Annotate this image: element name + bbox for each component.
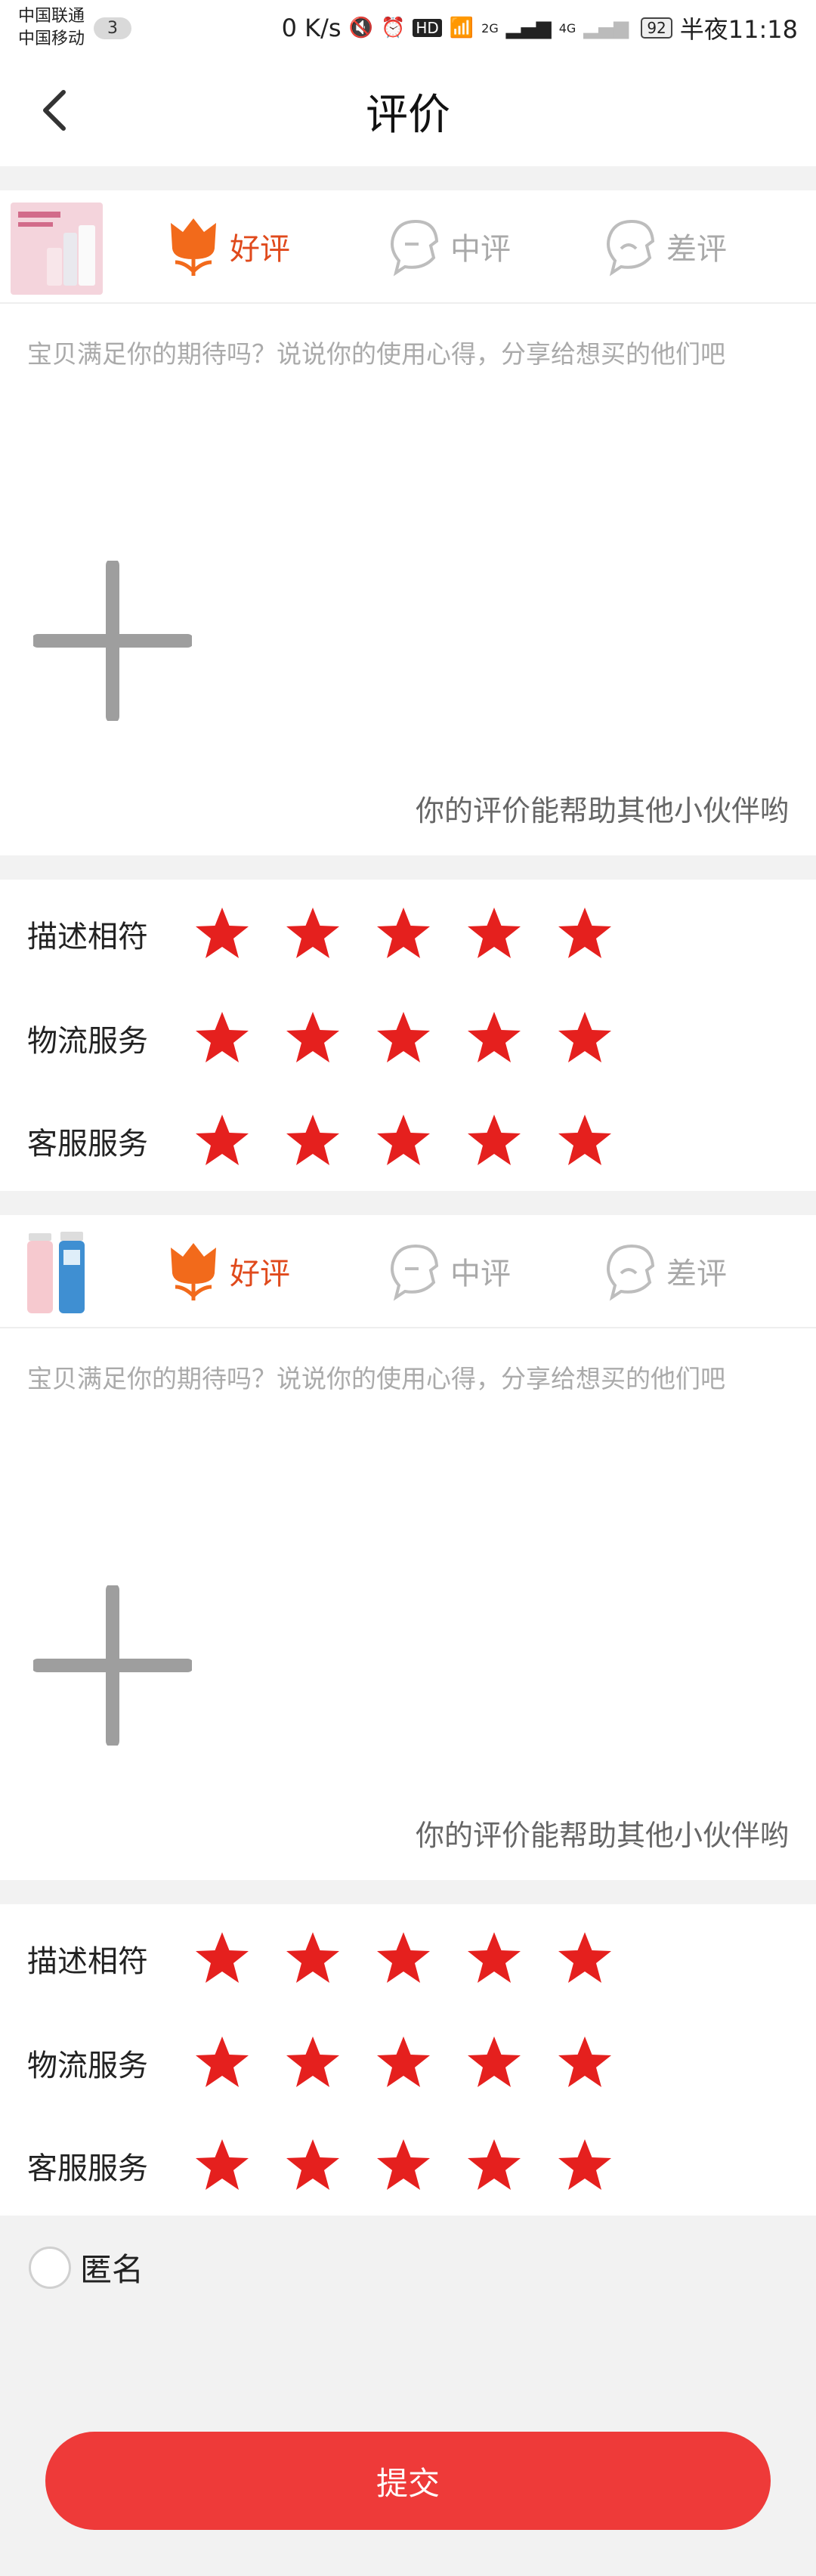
rating-row-description: 描述相符	[0, 1921, 816, 1996]
mute-icon: 🔇	[348, 17, 373, 39]
nav-bar: 评价	[0, 56, 816, 166]
rating-type-row: 好评 中评 差评	[0, 1215, 816, 1328]
flower-good-icon	[171, 218, 216, 276]
help-text: 你的评价能帮助其他小伙伴哟	[415, 794, 789, 827]
mid-review-label: 中评	[450, 232, 511, 267]
star-icon[interactable]	[556, 1112, 614, 1170]
rating-label: 客服服务	[27, 2151, 148, 2186]
battery-icon: 92	[641, 17, 672, 39]
mid-review-option[interactable]: 中评	[385, 209, 511, 284]
rating-label: 物流服务	[27, 1024, 148, 1059]
plus-icon[interactable]	[33, 561, 192, 721]
sim-badge: 3	[94, 17, 132, 39]
good-review-option[interactable]: 好评	[165, 1233, 290, 1309]
signal-4g-icon: 4G	[558, 20, 576, 36]
face-bad-icon	[607, 1244, 655, 1301]
good-review-option[interactable]: 好评	[165, 209, 290, 284]
signal-icon-2: ▂▄▆	[583, 17, 629, 39]
star-ratings-panel-2: 描述相符 物流服务 客服服务	[0, 1904, 816, 2216]
clock: 半夜11:18	[679, 15, 798, 44]
rating-type-row: 好评 中评 差评	[0, 190, 816, 304]
star-icon[interactable]	[465, 1112, 523, 1170]
star-icon[interactable]	[375, 905, 432, 963]
network-speed: 0 K/s	[281, 14, 342, 42]
flower-good-icon	[171, 1243, 216, 1300]
star-icon[interactable]	[284, 1930, 342, 1987]
star-icon[interactable]	[556, 1930, 614, 1987]
star-icon[interactable]	[193, 1010, 251, 1067]
page-title: 评价	[366, 90, 450, 140]
status-bar: 中国联通 中国移动 3 0 K/s 🔇 ⏰ HD 📶 2G ▂▄▆ 4G ▂▄▆…	[0, 0, 816, 56]
wifi-icon: 📶	[449, 17, 474, 39]
rating-row-service: 客服服务	[0, 1103, 816, 1179]
rating-row-service: 客服服务	[0, 2128, 816, 2203]
star-icon[interactable]	[284, 1010, 342, 1067]
signal-icon: ▂▄▆	[505, 17, 552, 39]
carrier-1: 中国联通	[18, 7, 85, 26]
star-icon[interactable]	[193, 1112, 251, 1170]
star-icon[interactable]	[375, 2137, 432, 2194]
star-icon[interactable]	[193, 905, 251, 963]
face-neutral-icon	[391, 1244, 439, 1301]
star-icon[interactable]	[284, 2137, 342, 2194]
help-text: 你的评价能帮助其他小伙伴哟	[415, 1819, 789, 1852]
product-review-card-1: 好评 中评 差评 宝贝满足你的期待吗？说说你的使用心得，分享给想买的他们吧 你的…	[0, 190, 816, 855]
anonymous-radio[interactable]	[29, 2246, 71, 2289]
review-textarea[interactable]: 宝贝满足你的期待吗？说说你的使用心得，分享给想买的他们吧	[27, 1359, 798, 1395]
star-icon[interactable]	[375, 1112, 432, 1170]
rating-label: 客服服务	[27, 1127, 148, 1161]
star-icon[interactable]	[465, 2137, 523, 2194]
star-icon[interactable]	[556, 905, 614, 963]
star-icon[interactable]	[556, 2034, 614, 2092]
rating-row-logistics: 物流服务	[0, 1000, 816, 1076]
rating-row-logistics: 物流服务	[0, 2025, 816, 2101]
star-icon[interactable]	[193, 2034, 251, 2092]
status-right: 0 K/s 🔇 ⏰ HD 📶 2G ▂▄▆ 4G ▂▄▆ 92 半夜11:18	[282, 11, 798, 45]
product-thumbnail	[11, 203, 103, 295]
good-review-label: 好评	[230, 1257, 290, 1291]
review-textarea[interactable]: 宝贝满足你的期待吗？说说你的使用心得，分享给想买的他们吧	[27, 334, 798, 370]
star-icon[interactable]	[284, 1112, 342, 1170]
rating-label: 描述相符	[27, 920, 148, 954]
star-icon[interactable]	[465, 905, 523, 963]
star-icon[interactable]	[193, 1930, 251, 1987]
face-neutral-icon	[391, 219, 439, 277]
signal-2g-icon: 2G	[481, 20, 499, 36]
star-icon[interactable]	[375, 1930, 432, 1987]
star-icon[interactable]	[375, 1010, 432, 1067]
alarm-icon: ⏰	[380, 17, 406, 39]
rating-row-description: 描述相符	[0, 896, 816, 972]
star-icon[interactable]	[556, 2137, 614, 2194]
carrier-info: 中国联通 中国移动	[18, 5, 85, 51]
carrier-2: 中国移动	[18, 29, 85, 48]
plus-icon[interactable]	[33, 1585, 192, 1746]
hd-icon: HD	[413, 19, 442, 37]
bad-review-option[interactable]: 差评	[601, 209, 727, 284]
star-icon[interactable]	[556, 1010, 614, 1067]
star-icon[interactable]	[465, 1930, 523, 1987]
anonymous-label: 匿名	[80, 2251, 144, 2288]
rating-label: 描述相符	[27, 1944, 148, 1979]
submit-button[interactable]: 提交	[45, 2432, 771, 2530]
chevron-left-icon[interactable]	[33, 86, 79, 135]
good-review-label: 好评	[230, 232, 290, 267]
bad-review-label: 差评	[666, 232, 727, 267]
anonymous-toggle[interactable]: 匿名	[29, 2244, 144, 2290]
rating-label: 物流服务	[27, 2049, 148, 2083]
star-icon[interactable]	[465, 2034, 523, 2092]
product-review-card-2: 好评 中评 差评 宝贝满足你的期待吗？说说你的使用心得，分享给想买的他们吧 你的…	[0, 1215, 816, 1880]
star-icon[interactable]	[284, 2034, 342, 2092]
product-thumbnail	[11, 1227, 103, 1319]
bad-review-option[interactable]: 差评	[601, 1233, 727, 1309]
star-icon[interactable]	[465, 1010, 523, 1067]
face-bad-icon	[607, 219, 655, 277]
star-ratings-panel-1: 描述相符 物流服务 客服服务	[0, 880, 816, 1191]
star-icon[interactable]	[193, 2137, 251, 2194]
mid-review-label: 中评	[450, 1257, 511, 1291]
bad-review-label: 差评	[666, 1257, 727, 1291]
star-icon[interactable]	[375, 2034, 432, 2092]
star-icon[interactable]	[284, 905, 342, 963]
mid-review-option[interactable]: 中评	[385, 1233, 511, 1309]
